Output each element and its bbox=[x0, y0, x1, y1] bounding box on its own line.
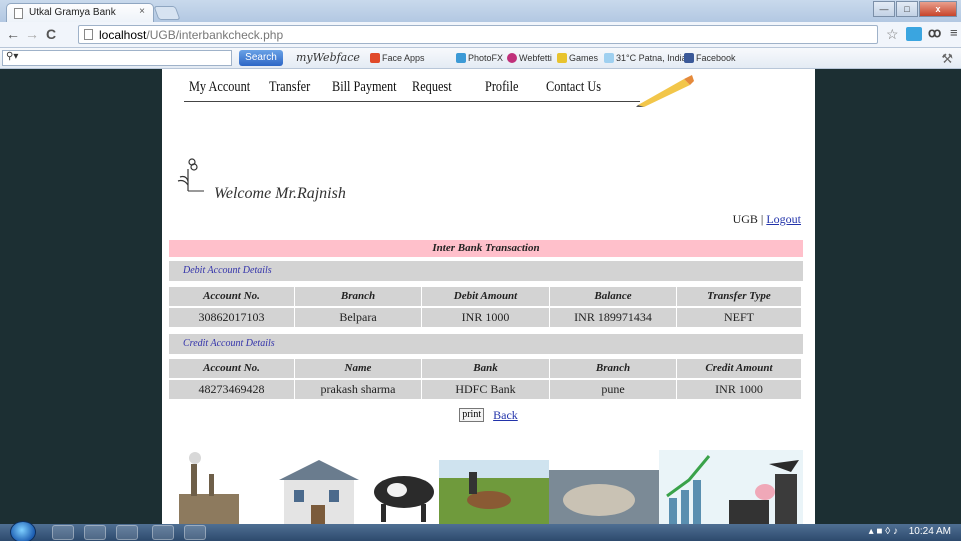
table-cell: pune bbox=[550, 380, 676, 399]
column-header: Transfer Type bbox=[677, 287, 801, 306]
back-link[interactable]: Back bbox=[493, 408, 518, 422]
tray-icons[interactable]: ▴ ■ ◊ ♪ bbox=[869, 526, 898, 537]
user-figure-icon bbox=[177, 158, 204, 192]
tab-close-icon[interactable]: × bbox=[139, 6, 145, 17]
user-links: UGB | Logout bbox=[733, 212, 801, 227]
debit-section-heading: Debit Account Details bbox=[169, 261, 803, 281]
user-prefix: UGB bbox=[732, 212, 758, 226]
toolbar-logo: myWebface bbox=[296, 51, 360, 64]
extension-icon[interactable] bbox=[906, 27, 922, 41]
start-button[interactable] bbox=[10, 521, 36, 541]
toolbar-item-face-apps[interactable]: Face Apps bbox=[370, 53, 425, 63]
pencil-icon bbox=[636, 75, 694, 107]
ie-icon[interactable] bbox=[52, 525, 74, 540]
clock[interactable]: 10:24 AM bbox=[909, 526, 951, 537]
table-cell: INR 1000 bbox=[677, 380, 801, 399]
url-host: localhost bbox=[99, 28, 147, 42]
logout-link[interactable]: Logout bbox=[766, 212, 801, 226]
page-content: My Account Transfer Bill Payment Request… bbox=[162, 69, 815, 524]
nav-bill-payment[interactable]: Bill Payment bbox=[332, 79, 397, 96]
games-icon bbox=[557, 53, 567, 63]
credit-table: Account No. Name Bank Branch Credit Amou… bbox=[169, 359, 803, 399]
browser-toolbar: ⚲▾ Search myWebface Face Apps PhotoFX We… bbox=[0, 48, 961, 69]
nav-underline bbox=[184, 101, 640, 102]
page-icon bbox=[14, 8, 23, 19]
table-cell: Belpara bbox=[295, 308, 421, 327]
table-cell: INR 1000 bbox=[422, 308, 549, 327]
column-header: Branch bbox=[295, 287, 421, 306]
face-apps-icon bbox=[370, 53, 380, 63]
table-cell: NEFT bbox=[677, 308, 801, 327]
maximize-button[interactable]: □ bbox=[896, 1, 918, 17]
column-header: Account No. bbox=[169, 359, 294, 378]
column-header: Account No. bbox=[169, 287, 294, 306]
toolbar-search-button[interactable]: Search bbox=[239, 50, 283, 66]
table-cell: 48273469428 bbox=[169, 380, 294, 399]
toolbar-item-photofx[interactable]: PhotoFX bbox=[456, 53, 503, 63]
credit-section-heading: Credit Account Details bbox=[169, 334, 803, 354]
chrome-icon[interactable] bbox=[84, 525, 106, 540]
menu-icon[interactable]: ≡ bbox=[950, 25, 958, 40]
url-input[interactable]: localhost/UGB/interbankcheck.php bbox=[78, 25, 878, 44]
toolbar-item-webfetti[interactable]: Webfetti bbox=[507, 53, 552, 63]
column-header: Debit Amount bbox=[422, 287, 549, 306]
table-cell: HDFC Bank bbox=[422, 380, 549, 399]
column-header: Balance bbox=[550, 287, 676, 306]
nav-my-account[interactable]: My Account bbox=[189, 79, 250, 96]
tab-title: Utkal Gramya Bank bbox=[29, 7, 116, 18]
toolbar-item-weather[interactable]: 31°C Patna, India bbox=[604, 53, 687, 63]
column-header: Credit Amount bbox=[677, 359, 801, 378]
new-tab-button[interactable] bbox=[153, 6, 181, 20]
url-path: /UGB/interbankcheck.php bbox=[146, 28, 284, 42]
reload-icon[interactable]: C bbox=[46, 26, 56, 42]
welcome-message: Welcome Mr.Rajnish bbox=[214, 185, 346, 202]
print-button[interactable]: print bbox=[459, 408, 485, 423]
action-row: print Back bbox=[162, 407, 815, 423]
system-tray: ▴ ■ ◊ ♪ 10:24 AM bbox=[869, 526, 951, 537]
nav-request[interactable]: Request bbox=[412, 79, 452, 96]
link-separator: | bbox=[760, 212, 764, 226]
column-header: Name bbox=[295, 359, 421, 378]
nav-contact-us[interactable]: Contact Us bbox=[546, 79, 601, 96]
webfetti-icon bbox=[507, 53, 517, 63]
browser-tab[interactable]: Utkal Gramya Bank × bbox=[6, 3, 154, 22]
toolbar-search-input[interactable]: ⚲▾ bbox=[2, 50, 232, 66]
os-taskbar: ▴ ■ ◊ ♪ 10:24 AM bbox=[0, 521, 961, 541]
column-header: Branch bbox=[550, 359, 676, 378]
address-bar: ← → C localhost/UGB/interbankcheck.php ☆… bbox=[0, 22, 961, 48]
weather-icon bbox=[604, 53, 614, 63]
browser-tab-bar: Utkal Gramya Bank × — □ x bbox=[0, 0, 961, 22]
minimize-button[interactable]: — bbox=[873, 1, 895, 17]
table-cell: prakash sharma bbox=[295, 380, 421, 399]
document-icon bbox=[84, 29, 93, 40]
firefox-icon[interactable] bbox=[152, 525, 174, 540]
table-cell: 30862017103 bbox=[169, 308, 294, 327]
wrench-icon[interactable]: ⚒ bbox=[941, 51, 953, 67]
window-controls: — □ x bbox=[873, 1, 957, 17]
extension-icon[interactable]: ꝏ bbox=[928, 25, 941, 41]
back-arrow-icon[interactable]: ← bbox=[6, 26, 20, 42]
banner-image bbox=[169, 450, 803, 524]
column-header: Bank bbox=[422, 359, 549, 378]
nav-transfer[interactable]: Transfer bbox=[269, 79, 310, 96]
forward-arrow-icon[interactable]: → bbox=[25, 26, 39, 42]
facebook-icon bbox=[684, 53, 694, 63]
bookmark-star-icon[interactable]: ☆ bbox=[886, 26, 899, 43]
transaction-title: Inter Bank Transaction bbox=[169, 240, 803, 257]
nav-profile[interactable]: Profile bbox=[485, 79, 518, 96]
close-window-button[interactable]: x bbox=[919, 1, 957, 17]
app-icon[interactable] bbox=[184, 525, 206, 540]
toolbar-item-facebook[interactable]: Facebook bbox=[684, 53, 736, 63]
table-cell: INR 189971434 bbox=[550, 308, 676, 327]
explorer-icon[interactable] bbox=[116, 525, 138, 540]
toolbar-item-games[interactable]: Games bbox=[557, 53, 598, 63]
photofx-icon bbox=[456, 53, 466, 63]
debit-table: Account No. Branch Debit Amount Balance … bbox=[169, 287, 803, 327]
